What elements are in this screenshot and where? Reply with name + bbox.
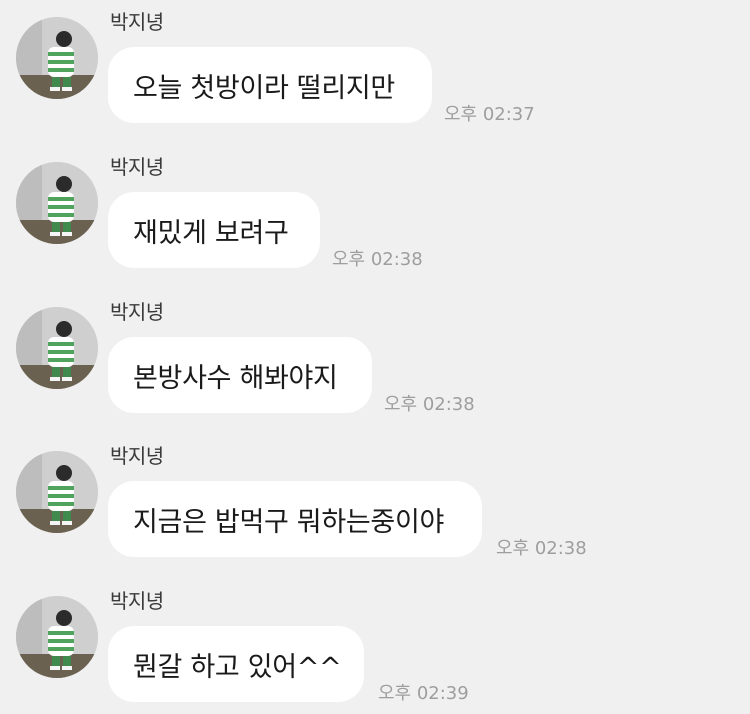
sender-name: 박지녕 (110, 589, 164, 613)
message-bubble[interactable]: 지금은 밥먹구 뭐하는중이야 (108, 481, 482, 557)
message-timestamp: 오후 02:38 (332, 249, 423, 270)
avatar-photo-icon (16, 17, 98, 99)
message-row: 박지녕 지금은 밥먹구 뭐하는중이야 오후 02:38 (0, 434, 750, 564)
avatar[interactable] (16, 596, 98, 678)
message-row: 박지녕 뭔갈 하고 있어^^ 오후 02:39 (0, 579, 750, 709)
message-timestamp: 오후 02:37 (444, 104, 535, 125)
message-bubble[interactable]: 오늘 첫방이라 떨리지만 (108, 47, 432, 123)
sender-name: 박지녕 (110, 155, 164, 179)
avatar[interactable] (16, 307, 98, 389)
message-bubble[interactable]: 재밌게 보려구 (108, 192, 320, 268)
message-timestamp: 오후 02:38 (496, 538, 587, 559)
message-timestamp: 오후 02:39 (378, 683, 469, 704)
message-row: 박지녕 오늘 첫방이라 떨리지만 오후 02:37 (0, 0, 750, 130)
avatar[interactable] (16, 162, 98, 244)
message-row: 박지녕 본방사수 해봐야지 오후 02:38 (0, 290, 750, 420)
message-bubble[interactable]: 뭔갈 하고 있어^^ (108, 626, 364, 702)
message-row: 박지녕 재밌게 보려구 오후 02:38 (0, 145, 750, 275)
avatar-photo-icon (16, 596, 98, 678)
sender-name: 박지녕 (110, 300, 164, 324)
avatar[interactable] (16, 17, 98, 99)
message-timestamp: 오후 02:38 (384, 394, 475, 415)
sender-name: 박지녕 (110, 444, 164, 468)
avatar[interactable] (16, 451, 98, 533)
avatar-photo-icon (16, 162, 98, 244)
avatar-photo-icon (16, 451, 98, 533)
chat-message-list[interactable]: 박지녕 오늘 첫방이라 떨리지만 오후 02:37 박지녕 재밌게 보려구 오후… (0, 0, 750, 714)
message-bubble[interactable]: 본방사수 해봐야지 (108, 337, 372, 413)
sender-name: 박지녕 (110, 10, 164, 34)
avatar-photo-icon (16, 307, 98, 389)
